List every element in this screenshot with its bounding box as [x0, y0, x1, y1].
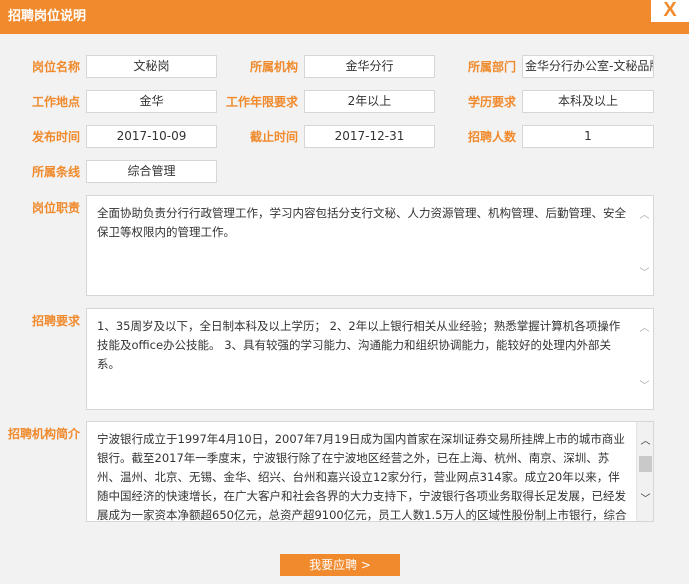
category-field[interactable]: 综合管理 [86, 160, 217, 183]
requirements-textarea[interactable]: 1、35周岁及以下，全日制本科及以上学历； 2、2年以上银行相关从业经验；熟悉掌… [86, 308, 654, 410]
scroll-thumb[interactable] [639, 456, 652, 472]
requirements-label: 招聘要求 [31, 314, 80, 328]
department-field[interactable]: 金华分行办公室-文秘品牌 [522, 55, 654, 78]
publish-time-field[interactable]: 2017-10-09 [86, 125, 217, 148]
organization-field[interactable]: 金华分行 [304, 55, 435, 78]
experience-field[interactable]: 2年以上 [304, 90, 435, 113]
headcount-field[interactable]: 1 [522, 125, 654, 148]
deadline-label: 截止时间 [249, 130, 298, 144]
headcount-label: 招聘人数 [467, 130, 516, 144]
duties-text: 全面协助负责分行行政管理工作，学习内容包括分支行文秘、人力资源管理、机构管理、后… [97, 206, 626, 239]
close-button[interactable]: X [651, 0, 689, 22]
education-field[interactable]: 本科及以上 [522, 90, 654, 113]
education-label: 学历要求 [467, 95, 516, 109]
org-intro-text: 宁波银行成立于1997年4月10日，2007年7月19日成为国内首家在深圳证券交… [97, 432, 627, 522]
scroll-down-icon[interactable]: ﹀ [636, 268, 653, 280]
duties-scrollbar[interactable]: ︿ ﹀ [636, 196, 653, 295]
dialog-title: 招聘岗位说明 [8, 9, 87, 24]
requirements-scrollbar[interactable]: ︿ ﹀ [636, 309, 653, 409]
organization-label: 所属机构 [249, 60, 298, 74]
duties-textarea[interactable]: 全面协助负责分行行政管理工作，学习内容包括分支行文秘、人力资源管理、机构管理、后… [86, 195, 654, 296]
position-name-field[interactable]: 文秘岗 [86, 55, 217, 78]
location-field[interactable]: 金华 [86, 90, 217, 113]
position-name-label: 岗位名称 [31, 60, 80, 74]
apply-button[interactable]: 我要应聘 > [280, 554, 400, 576]
scroll-down-icon[interactable]: ﹀ [636, 381, 653, 393]
scroll-up-icon[interactable]: ︿ [636, 210, 653, 222]
publish-time-label: 发布时间 [31, 130, 80, 144]
scroll-down-icon[interactable]: ﹀ [637, 494, 653, 506]
deadline-field[interactable]: 2017-12-31 [304, 125, 435, 148]
location-label: 工作地点 [31, 95, 80, 109]
dialog-titlebar: 招聘岗位说明 X [0, 0, 689, 34]
category-label: 所属条线 [31, 165, 80, 179]
scroll-up-icon[interactable]: ︿ [636, 323, 653, 335]
experience-label: 工作年限要求 [225, 95, 298, 109]
department-label: 所属部门 [467, 60, 516, 74]
org-intro-scrollbar[interactable]: ︿ ﹀ [636, 422, 653, 521]
org-intro-textarea[interactable]: 宁波银行成立于1997年4月10日，2007年7月19日成为国内首家在深圳证券交… [86, 421, 654, 522]
requirements-text: 1、35周岁及以下，全日制本科及以上学历； 2、2年以上银行相关从业经验；熟悉掌… [97, 319, 621, 371]
org-intro-label: 招聘机构简介 [7, 427, 80, 441]
scroll-up-icon[interactable]: ︿ [637, 436, 653, 448]
duties-label: 岗位职责 [31, 201, 80, 215]
